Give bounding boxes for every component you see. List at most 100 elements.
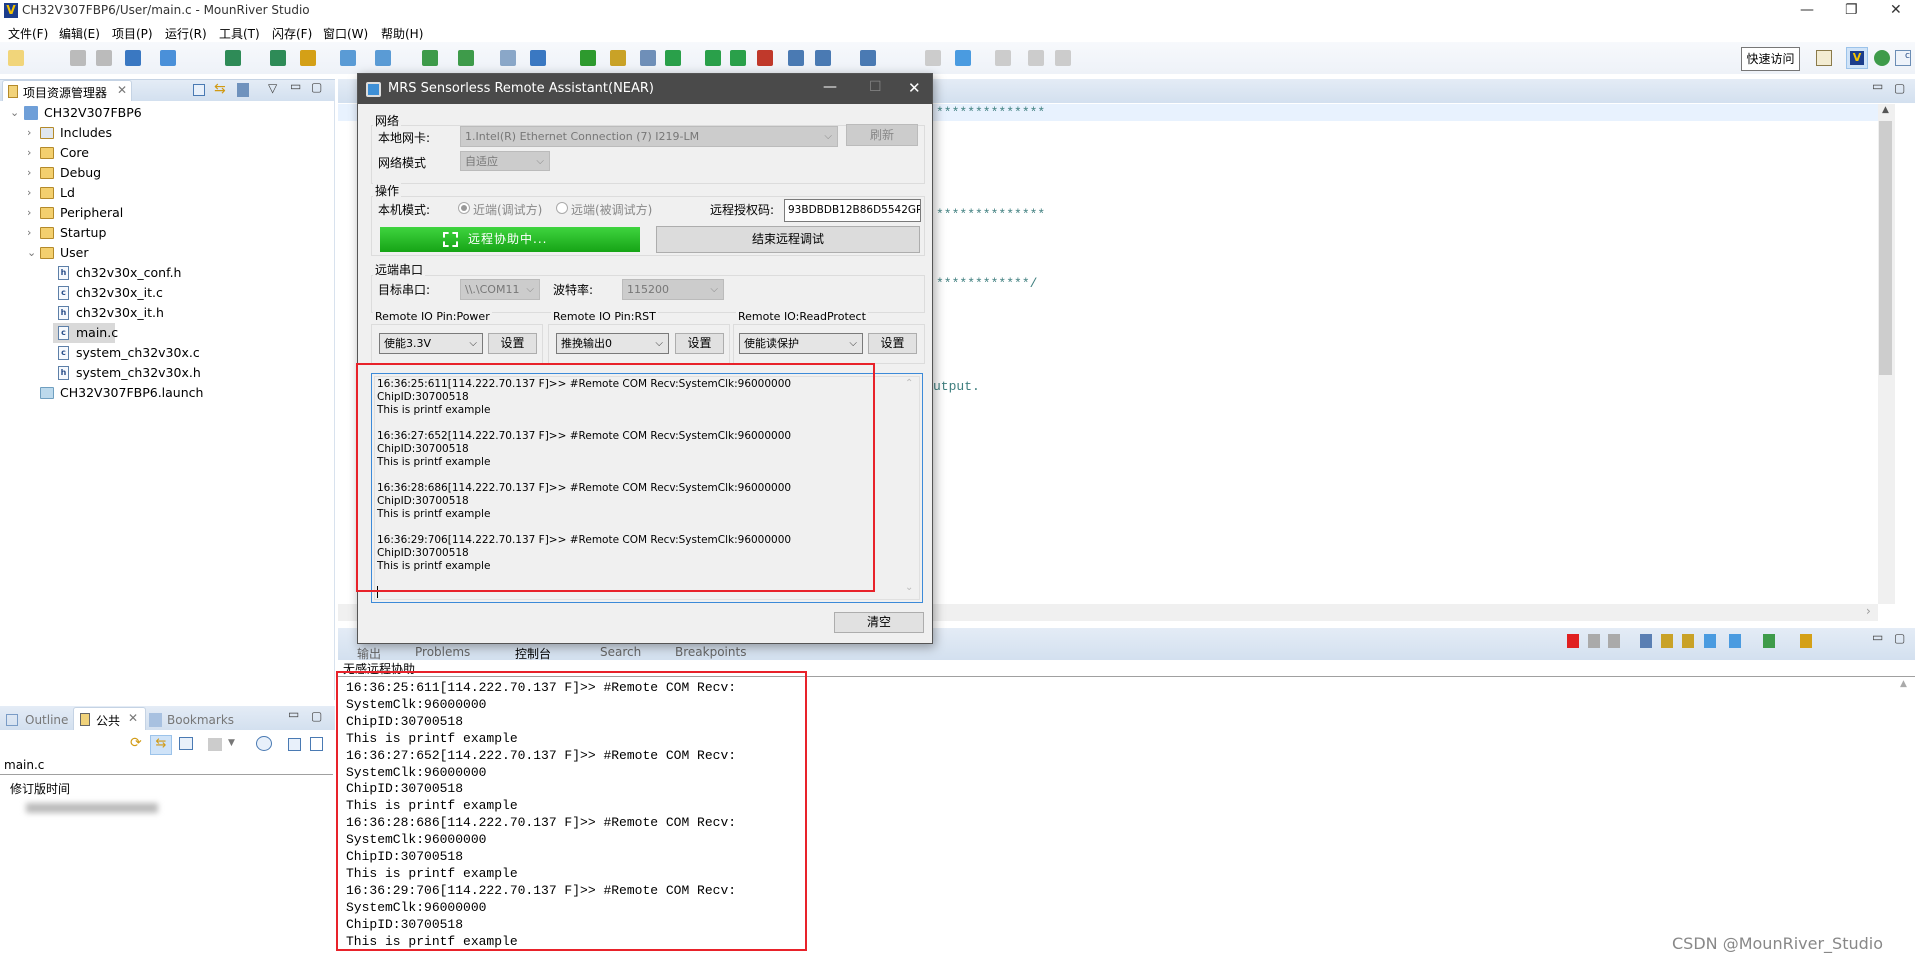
chevron-right-icon[interactable]: › bbox=[27, 203, 31, 223]
menu-help[interactable]: 帮助(H) bbox=[381, 25, 423, 42]
scroll-up-icon[interactable]: ▲ bbox=[1900, 679, 1907, 689]
tree-item-folder[interactable]: › Core bbox=[0, 143, 330, 163]
menu-edit[interactable]: 编辑(E) bbox=[59, 25, 100, 42]
minimize-icon[interactable]: — bbox=[1800, 2, 1814, 18]
undo-icon[interactable] bbox=[1055, 50, 1071, 66]
maximize-view-icon[interactable]: ▢ bbox=[311, 80, 322, 94]
chevron-down-icon[interactable]: ⌄ bbox=[27, 243, 36, 263]
link-icon[interactable]: ⇆ bbox=[150, 735, 172, 755]
tree-item-file[interactable]: h ch32v30x_it.h bbox=[0, 303, 330, 323]
tree-item-folder[interactable]: › Startup bbox=[0, 223, 330, 243]
scroll-down-icon[interactable]: ⌄ bbox=[905, 582, 913, 593]
history-icon[interactable] bbox=[256, 736, 272, 751]
erase-icon[interactable] bbox=[375, 50, 391, 66]
dialog-minimize-icon[interactable]: — bbox=[823, 79, 837, 95]
minimize-view-icon[interactable]: ▭ bbox=[288, 707, 299, 721]
step-out-icon[interactable] bbox=[730, 50, 746, 66]
chevron-right-icon[interactable]: › bbox=[27, 223, 31, 243]
quick-access-input[interactable]: 快速访问 bbox=[1741, 47, 1800, 71]
word-wrap-icon[interactable] bbox=[1682, 634, 1694, 648]
tree-icon[interactable] bbox=[860, 50, 876, 66]
download-icon[interactable] bbox=[225, 50, 241, 66]
tree-item-file[interactable]: c system_ch32v30x.c bbox=[0, 343, 330, 363]
clear-button[interactable]: 清空 bbox=[834, 612, 924, 633]
terminal-icon[interactable] bbox=[500, 50, 516, 66]
minimize-view-icon[interactable]: ▭ bbox=[1872, 79, 1883, 93]
maximize-view-icon[interactable]: ▢ bbox=[311, 709, 322, 723]
save-all-icon[interactable] bbox=[96, 50, 112, 66]
clear-console-icon[interactable] bbox=[1640, 634, 1652, 648]
filter-icon[interactable] bbox=[237, 83, 249, 97]
minimize-view-icon[interactable]: ▭ bbox=[290, 79, 301, 93]
debug-perspective-icon[interactable] bbox=[1874, 50, 1890, 66]
debug-config-icon[interactable] bbox=[458, 50, 474, 66]
remove-launch-icon[interactable] bbox=[1588, 634, 1600, 648]
tree-item-file[interactable]: h system_ch32v30x.h bbox=[0, 363, 330, 383]
remote-assist-button[interactable]: 远程协助中... bbox=[380, 227, 640, 252]
chevron-right-icon[interactable]: › bbox=[27, 163, 31, 183]
tree-item-folder[interactable]: › Peripheral bbox=[0, 203, 330, 223]
tree-item-file[interactable]: c ch32v30x_it.c bbox=[0, 283, 330, 303]
tree-item-file[interactable]: h ch32v30x_conf.h bbox=[0, 263, 330, 283]
editor-vertical-scrollbar[interactable]: ▲ bbox=[1878, 104, 1895, 604]
maximize-view-icon[interactable]: ▢ bbox=[1894, 631, 1905, 645]
layers-icon[interactable] bbox=[300, 50, 316, 66]
tab-problems[interactable]: Problems bbox=[415, 645, 470, 659]
new-icon[interactable] bbox=[8, 50, 24, 66]
close-tab-icon[interactable]: ✕ bbox=[117, 83, 127, 97]
remove-breakpoint-icon[interactable] bbox=[757, 50, 773, 66]
menu-flash[interactable]: 闪存(F) bbox=[272, 25, 312, 42]
menu-tools[interactable]: 工具(T) bbox=[219, 25, 260, 42]
io-rst-select[interactable]: 推挽输出0 ⌵ bbox=[556, 333, 669, 354]
menu-run[interactable]: 运行(R) bbox=[165, 25, 207, 42]
io-readprotect-set-button[interactable]: 设置 bbox=[868, 333, 917, 354]
refresh-icon[interactable]: ⟳ bbox=[130, 735, 142, 751]
open-console-icon[interactable] bbox=[1763, 634, 1775, 648]
chevron-right-icon[interactable]: › bbox=[27, 143, 31, 163]
io-power-select[interactable]: 使能3.3V ⌵ bbox=[379, 333, 483, 354]
tab-public[interactable]: 公共 ✕ bbox=[73, 707, 146, 730]
link-editor-icon[interactable]: ⇆ bbox=[214, 81, 226, 97]
edit-icon[interactable] bbox=[1028, 50, 1044, 66]
pin-icon[interactable] bbox=[179, 737, 193, 750]
back-icon[interactable] bbox=[925, 50, 941, 66]
layout-icon[interactable] bbox=[310, 737, 323, 751]
tree-item-folder[interactable]: › Debug bbox=[0, 163, 330, 183]
collapse-icon[interactable] bbox=[288, 738, 301, 751]
end-remote-debug-button[interactable]: 结束远程调试 bbox=[656, 226, 920, 253]
menu-file[interactable]: 文件(F) bbox=[8, 25, 48, 42]
console-icon[interactable] bbox=[640, 50, 656, 66]
download-all-icon[interactable] bbox=[270, 50, 286, 66]
open-perspective-icon[interactable] bbox=[1816, 50, 1832, 66]
mounriver-perspective-icon[interactable]: V bbox=[1846, 47, 1868, 69]
list-icon[interactable] bbox=[815, 50, 831, 66]
search-icon[interactable] bbox=[530, 50, 546, 66]
outline-icon[interactable] bbox=[788, 50, 804, 66]
compare-icon[interactable] bbox=[208, 738, 222, 751]
close-tab-icon[interactable]: ✕ bbox=[128, 711, 138, 725]
tree-item-file[interactable]: c main.c bbox=[0, 323, 330, 343]
chevron-right-icon[interactable]: › bbox=[27, 183, 31, 203]
minimize-view-icon[interactable]: ▭ bbox=[1872, 630, 1883, 644]
tab-breakpoints[interactable]: Breakpoints bbox=[675, 645, 746, 659]
io-rst-set-button[interactable]: 设置 bbox=[675, 333, 724, 354]
terminate-icon[interactable] bbox=[1567, 634, 1579, 648]
build-config-icon[interactable] bbox=[125, 50, 141, 66]
scroll-right-icon[interactable]: › bbox=[1866, 604, 1871, 618]
project-icon[interactable] bbox=[160, 50, 176, 66]
new-console-icon[interactable] bbox=[1800, 634, 1812, 648]
step-in-icon[interactable] bbox=[705, 50, 721, 66]
auth-code-input[interactable]: 93BDBDB12B86D5542GR bbox=[784, 199, 921, 222]
arrow-right-icon[interactable] bbox=[995, 50, 1011, 66]
tree-item-folder[interactable]: ⌄ User bbox=[0, 243, 330, 263]
tree-item-folder[interactable]: › Ld bbox=[0, 183, 330, 203]
remove-all-icon[interactable] bbox=[1608, 634, 1620, 648]
view-menu-icon[interactable]: ▽ bbox=[268, 81, 277, 95]
menu-project[interactable]: 项目(P) bbox=[112, 25, 153, 42]
upload-icon[interactable] bbox=[340, 50, 356, 66]
scrollbar-thumb[interactable] bbox=[1879, 121, 1892, 375]
close-icon[interactable]: ✕ bbox=[1890, 2, 1902, 18]
explorer-tab[interactable]: 项目资源管理器 ✕ bbox=[2, 80, 132, 101]
jd-icon[interactable] bbox=[580, 50, 596, 66]
help-icon[interactable] bbox=[610, 50, 626, 66]
